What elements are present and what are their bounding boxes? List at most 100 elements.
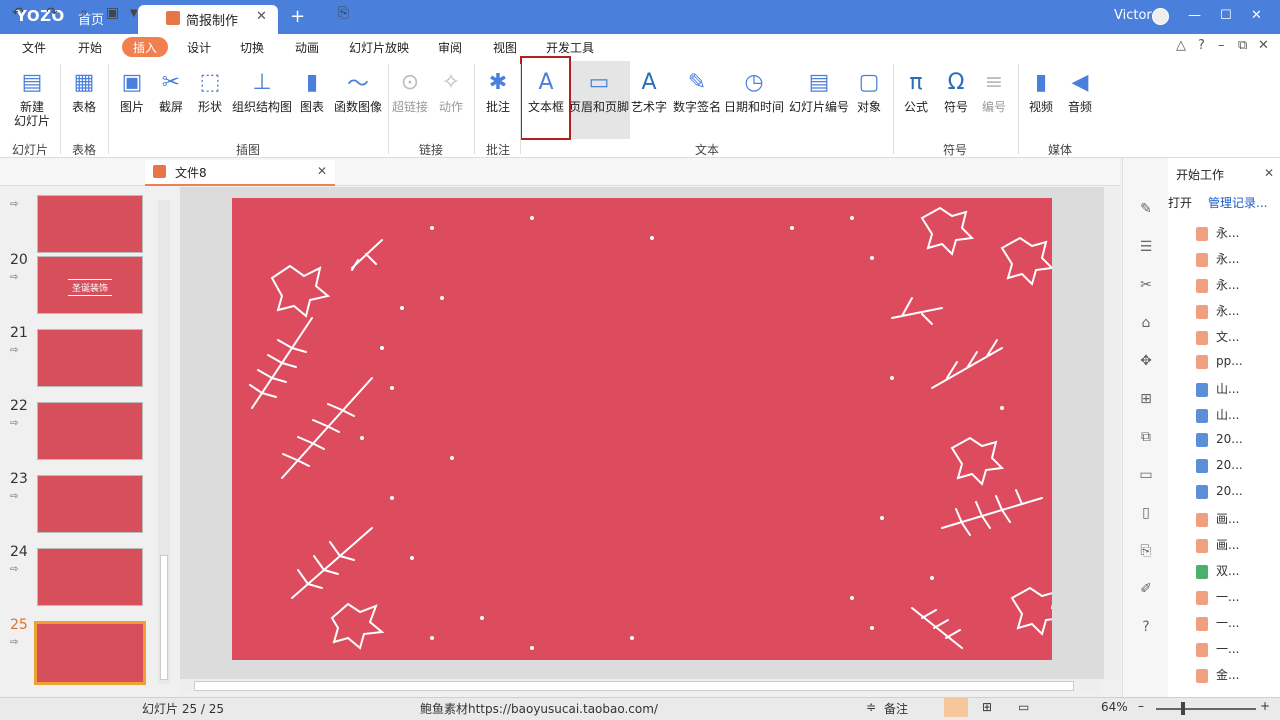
slide-thumbnail[interactable] <box>37 195 143 253</box>
ribbon-button-comment[interactable]: ✱ 批注 <box>482 64 514 115</box>
ribbon-button-action[interactable]: ✧ 动作 <box>433 64 469 115</box>
ribbon-button-object[interactable]: ▢ 对象 <box>852 64 886 115</box>
menu-2[interactable]: 插入 <box>133 39 157 56</box>
ribbon-button-hyperlink[interactable]: ⊙ 超链接 <box>390 64 430 115</box>
slideshow-icon[interactable]: ▭ <box>1018 700 1029 714</box>
brush-icon[interactable]: ⌂ <box>1135 312 1157 334</box>
recent-file-item[interactable]: 一... <box>1196 614 1239 631</box>
tools-icon[interactable]: ✂ <box>1135 274 1157 296</box>
ribbon-button-signature[interactable]: ✎ 数字签名 <box>672 64 722 115</box>
menu-4[interactable]: 切换 <box>240 39 264 56</box>
move-icon[interactable]: ✥ <box>1135 350 1157 372</box>
menu-8[interactable]: 视图 <box>493 39 517 56</box>
edit-icon[interactable]: ✎ <box>1135 198 1157 220</box>
ribbon-button-header-footer[interactable]: ▭ 页眉和页脚 <box>568 64 630 115</box>
scrollbar-thumb[interactable] <box>194 681 1074 691</box>
recent-file-item[interactable]: 一... <box>1196 640 1239 657</box>
comment-icon[interactable]: ▭ <box>1135 464 1157 486</box>
open-link[interactable]: 打开 <box>1168 194 1192 211</box>
horizontal-scrollbar[interactable] <box>180 679 1100 693</box>
manage-records-link[interactable]: 管理记录... <box>1208 194 1267 211</box>
redo-icon[interactable]: ↷ <box>46 5 58 21</box>
notes-button[interactable]: 备注 <box>884 700 908 717</box>
new-tab-icon[interactable]: + <box>290 6 305 27</box>
recent-file-item[interactable]: 永... <box>1196 276 1239 293</box>
ribbon-button-picture[interactable]: ▣ 图片 <box>114 64 150 115</box>
recent-file-item[interactable]: 金... <box>1196 666 1239 683</box>
current-slide[interactable] <box>232 198 1052 660</box>
save-icon[interactable]: ▣ <box>106 5 119 21</box>
new-document-icon[interactable]: ⎘ <box>338 5 349 21</box>
pen-icon[interactable]: ✐ <box>1135 578 1157 600</box>
recent-file-item[interactable]: 文... <box>1196 328 1239 345</box>
recent-file-item[interactable]: 一... <box>1196 588 1239 605</box>
notes-icon[interactable]: ≑ <box>866 700 876 714</box>
recent-file-item[interactable]: 永... <box>1196 250 1239 267</box>
ribbon-button-slide-number[interactable]: ▤ 幻灯片编号 <box>788 64 850 115</box>
document-tab[interactable]: 简报制作 ✕ <box>138 5 278 34</box>
panel-close-icon[interactable]: ✕ <box>1264 166 1274 180</box>
close-icon[interactable]: ✕ <box>1251 8 1262 23</box>
ribbon-restore-icon[interactable]: ⧉ <box>1238 38 1247 53</box>
recent-file-item[interactable]: 画... <box>1196 536 1239 553</box>
menu-1[interactable]: 开始 <box>78 39 102 56</box>
print-preview-icon[interactable]: ⌕ <box>80 5 88 21</box>
recent-file-item[interactable]: 画... <box>1196 510 1239 527</box>
recent-file-item[interactable]: 山... <box>1196 406 1239 423</box>
slide-thumbnail[interactable] <box>34 621 146 685</box>
zoom-out-icon[interactable]: – <box>1138 699 1144 713</box>
minimize-icon[interactable]: — <box>1188 8 1201 23</box>
menu-5[interactable]: 动画 <box>295 39 319 56</box>
ribbon-button-org-chart[interactable]: ⊥ 组织结构图 <box>230 64 294 115</box>
vertical-scrollbar[interactable] <box>1104 187 1120 679</box>
recent-file-item[interactable]: 双... <box>1196 562 1239 579</box>
close-file-tab-icon[interactable]: ✕ <box>317 164 327 178</box>
ribbon-button-datetime[interactable]: ◷ 日期和时间 <box>722 64 786 115</box>
grid-icon[interactable]: ⊞ <box>1135 388 1157 410</box>
slide-thumbnail[interactable] <box>37 475 143 533</box>
thumbnail-scrollbar[interactable] <box>158 200 170 684</box>
zoom-slider-handle[interactable] <box>1181 702 1185 715</box>
recent-file-item[interactable]: 20... <box>1196 458 1243 473</box>
recent-file-item[interactable]: 永... <box>1196 224 1239 241</box>
maximize-icon[interactable]: ☐ <box>1220 8 1232 23</box>
slide-thumbnail[interactable] <box>37 548 143 606</box>
ribbon-button-video[interactable]: ▮ 视频 <box>1025 64 1057 115</box>
normal-view-button[interactable] <box>944 698 968 717</box>
slide-thumbnail[interactable]: 圣诞装饰 <box>37 256 143 314</box>
ribbon-button-symbol[interactable]: Ω 符号 <box>938 64 974 115</box>
ribbon-minimize-icon[interactable]: – <box>1218 38 1225 53</box>
ribbon-button-audio[interactable]: ◀ 音频 <box>1064 64 1096 115</box>
file-tab[interactable]: 文件8 ✕ <box>145 160 335 186</box>
slide-thumbnail[interactable] <box>37 402 143 460</box>
qat-more-icon[interactable]: ▼ <box>130 8 138 19</box>
slide-thumbnail[interactable] <box>37 329 143 387</box>
ribbon-button-numbering[interactable]: ≡ 编号 <box>980 64 1008 115</box>
recent-file-item[interactable]: 20... <box>1196 432 1243 447</box>
slide-sorter-icon[interactable]: ⊞ <box>982 700 992 714</box>
recent-file-item[interactable]: 山... <box>1196 380 1239 397</box>
zoom-in-icon[interactable]: + <box>1260 699 1270 713</box>
ribbon-button-chart[interactable]: ▮ 图表 <box>297 64 327 115</box>
collapse-ribbon-icon[interactable]: △ <box>1176 38 1186 53</box>
help-icon[interactable]: ? <box>1198 38 1205 53</box>
recent-file-item[interactable]: pp... <box>1196 354 1243 369</box>
avatar[interactable] <box>1152 8 1169 25</box>
recent-file-item[interactable]: 20... <box>1196 484 1243 499</box>
help-circle-icon[interactable]: ? <box>1135 616 1157 638</box>
ribbon-button-wordart[interactable]: A 艺术字 <box>631 64 667 115</box>
menu-9[interactable]: 开发工具 <box>546 39 594 56</box>
image-icon[interactable]: ⧉ <box>1135 426 1157 448</box>
zoom-slider[interactable] <box>1156 708 1256 710</box>
menu-6[interactable]: 幻灯片放映 <box>349 39 409 56</box>
ribbon-button-screenshot[interactable]: ✂ 截屏 <box>153 64 189 115</box>
ribbon-button-table[interactable]: ▦ 表格 <box>66 64 102 115</box>
undo-icon[interactable]: ↶ <box>12 5 24 21</box>
menu-3[interactable]: 设计 <box>187 39 211 56</box>
close-tab-icon[interactable]: ✕ <box>256 9 267 24</box>
ribbon-button-shapes[interactable]: ⬚ 形状 <box>192 64 228 115</box>
menu-0[interactable]: 文件 <box>22 39 46 56</box>
clipboard-icon[interactable]: ▯ <box>1135 502 1157 524</box>
menu-7[interactable]: 审阅 <box>438 39 462 56</box>
ribbon-button-function-graph[interactable]: 〜函数图像 <box>332 64 384 114</box>
